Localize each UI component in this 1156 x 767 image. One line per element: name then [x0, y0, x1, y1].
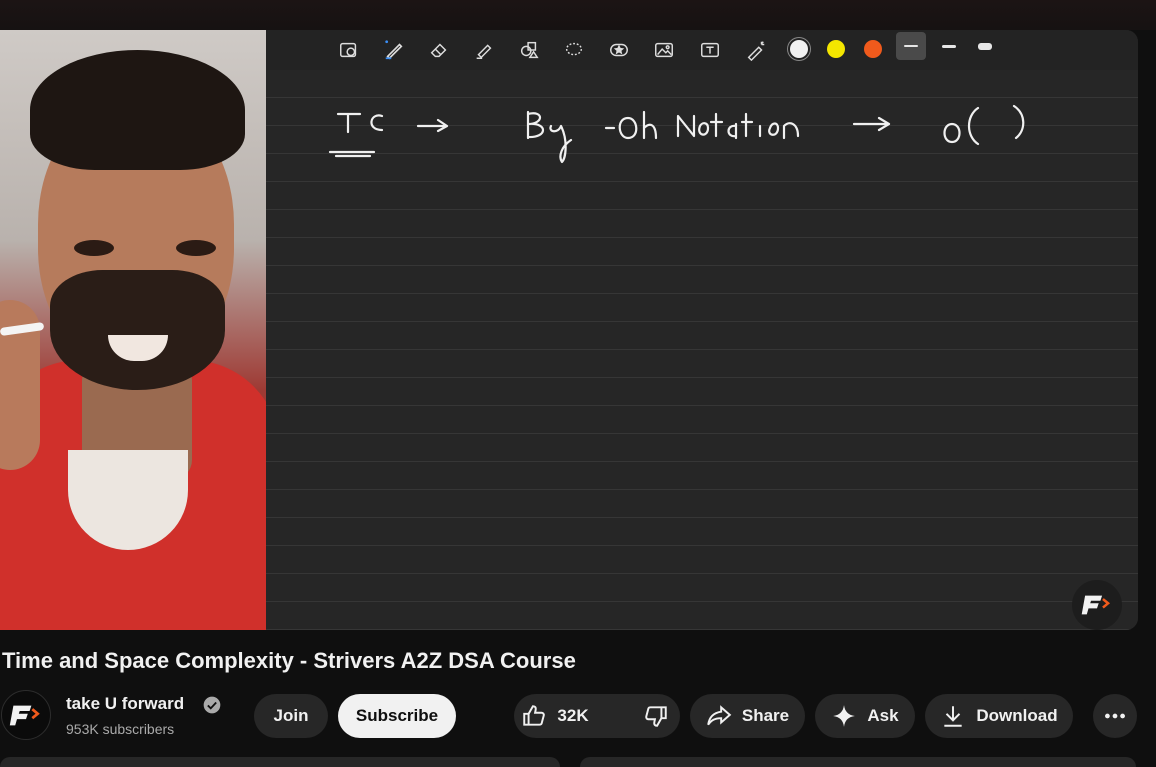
- dislike-button[interactable]: [627, 694, 687, 738]
- stroke-thick[interactable]: [970, 32, 1000, 60]
- subscribe-button[interactable]: Subscribe: [338, 694, 456, 738]
- whiteboard-canvas: TC: [266, 30, 1138, 630]
- color-orange-swatch[interactable]: [864, 40, 882, 58]
- dislike-icon: [644, 706, 667, 727]
- share-icon: [707, 705, 732, 726]
- page-top-shade: [0, 0, 1156, 30]
- sparkle-icon: [833, 705, 856, 727]
- eraser-icon[interactable]: [423, 34, 455, 66]
- ask-button[interactable]: Ask: [815, 694, 915, 738]
- text-icon[interactable]: [694, 34, 726, 66]
- join-label: Join: [273, 706, 309, 725]
- video-player[interactable]: TC: [0, 30, 1138, 630]
- video-title: Time and Space Complexity - Strivers A2Z…: [2, 648, 576, 673]
- subscribe-label: Subscribe: [355, 706, 439, 725]
- verified-icon: [203, 696, 221, 714]
- like-icon: [523, 705, 546, 726]
- stroke-medium[interactable]: [934, 32, 964, 60]
- share-button[interactable]: Share: [690, 694, 805, 738]
- join-button[interactable]: Join: [254, 694, 328, 738]
- stroke-thin-selected[interactable]: [896, 32, 926, 60]
- image-icon[interactable]: [648, 34, 680, 66]
- more-actions-button[interactable]: [1093, 694, 1137, 738]
- ask-label: Ask: [867, 706, 899, 725]
- color-yellow-swatch[interactable]: [827, 40, 845, 58]
- download-button[interactable]: Download: [925, 694, 1073, 738]
- shapes-icon[interactable]: [513, 34, 545, 66]
- webcam-feed: [0, 30, 266, 630]
- handwritten-notes: TC: [328, 104, 1025, 164]
- channel-watermark-logo[interactable]: [1072, 580, 1122, 630]
- laser-icon[interactable]: [740, 34, 772, 66]
- sticker-icon[interactable]: [603, 34, 635, 66]
- channel-avatar[interactable]: [1, 690, 51, 740]
- description-panel-edge: [0, 757, 560, 767]
- download-icon: [944, 706, 963, 727]
- pen-icon[interactable]: [378, 34, 410, 66]
- highlighter-icon[interactable]: [468, 34, 500, 66]
- lasso-icon[interactable]: [558, 34, 590, 66]
- like-dislike-group: 32K: [514, 694, 680, 738]
- subscriber-count: 953K subscribers: [66, 721, 175, 737]
- comments-panel-edge: [580, 757, 1136, 767]
- channel-name[interactable]: take U forward: [66, 694, 184, 714]
- screenshot-icon[interactable]: [333, 34, 365, 66]
- color-white-swatch[interactable]: [790, 40, 808, 58]
- drawing-toolbar: [266, 30, 1138, 70]
- like-button[interactable]: 32K: [507, 694, 606, 738]
- more-icon: [1105, 713, 1125, 719]
- download-label: Download: [976, 706, 1058, 725]
- like-count: 32K: [557, 706, 589, 725]
- share-label: Share: [741, 706, 790, 725]
